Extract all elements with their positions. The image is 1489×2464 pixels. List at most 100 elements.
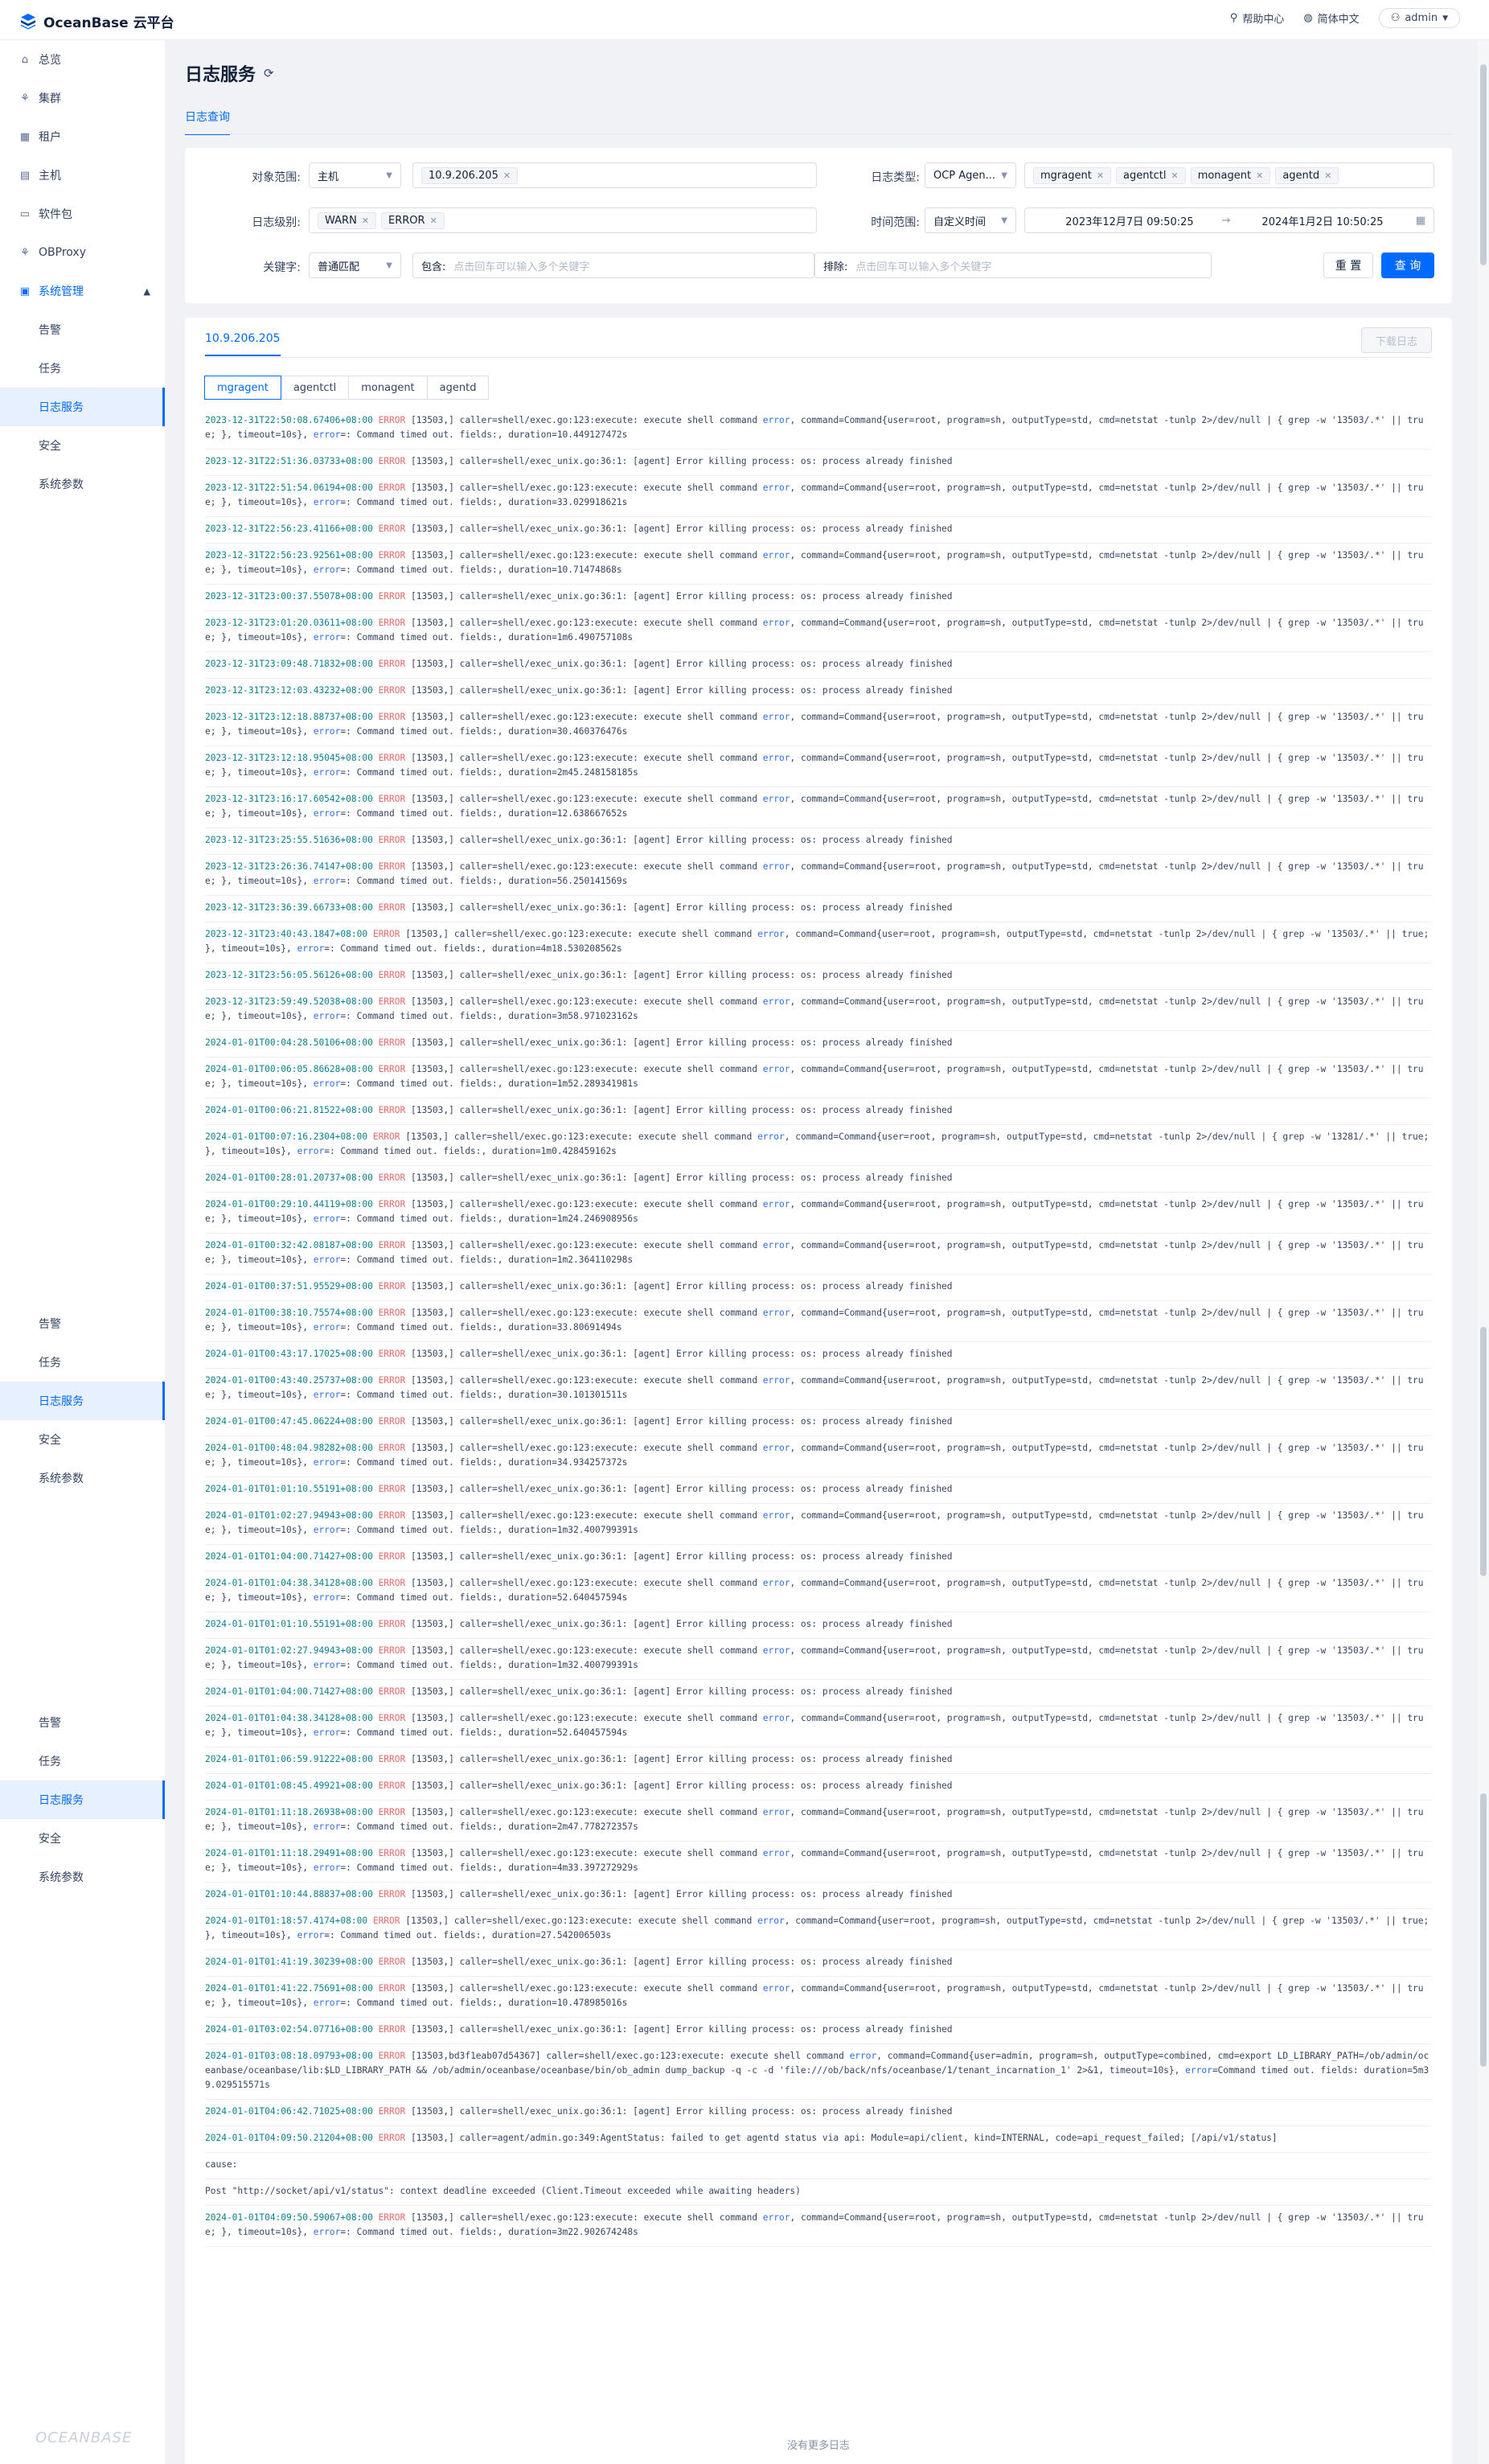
sidebar-subitem-task[interactable]: 任务 (0, 349, 165, 388)
log-error-keyword: error (762, 1510, 790, 1521)
language-switch[interactable]: ◍ 简体中文 (1303, 10, 1359, 26)
sidebar-item-host[interactable]: ▤ 主机 (0, 156, 165, 195)
log-entry: 2023-12-31T22:50:08.67406+08:00 ERROR [1… (205, 409, 1432, 450)
scrollbar[interactable] (1478, 40, 1489, 2464)
sidebar-item-overview[interactable]: ⌂ 总览 (0, 40, 165, 79)
log-level-tag: WARN ✕ (318, 211, 377, 229)
close-icon[interactable]: ✕ (1256, 170, 1263, 181)
log-file-select[interactable]: mgragent ✕ agentctl ✕ monagent ✕ agentd ✕ (1024, 162, 1434, 188)
log-entry: 2023-12-31T23:56:05.56126+08:00 ERROR [1… (205, 963, 1432, 990)
exclude-input[interactable]: 排除: 点击回车可以输入多个关键字 (814, 253, 1212, 278)
download-logs-button[interactable]: 下载日志 (1361, 327, 1432, 353)
log-message: [13503,] caller=shell/exec_unix.go:36:1:… (405, 902, 953, 913)
user-menu[interactable]: ⚇ admin ▼ (1378, 8, 1460, 28)
sidebar-subitem-log-service[interactable]: 日志服务 (0, 1382, 165, 1420)
log-message: [13503,] caller=shell/exec_unix.go:36:1:… (405, 659, 953, 669)
time-range-select[interactable]: 自定义时间 ▼ (925, 207, 1016, 233)
log-entry: 2024-01-01T04:09:50.59067+08:00 ERROR [1… (205, 2206, 1432, 2247)
tab-host[interactable]: 10.9.206.205 (205, 332, 281, 356)
scrollbar-thumb[interactable] (1480, 1793, 1487, 2067)
proxy-icon: ⚘ (20, 246, 30, 259)
sidebar-subitem-system-params[interactable]: 系统参数 (0, 465, 165, 503)
time-start-input[interactable]: 2023年12月7日 09:50:25 (1049, 213, 1210, 228)
sidebar-subitem-log-service[interactable]: 日志服务 (0, 388, 165, 426)
log-timestamp: 2023-12-31T22:56:23.92561+08:00 (205, 550, 373, 561)
reset-button[interactable]: 重 置 (1323, 253, 1373, 278)
sidebar-subitem-system-params[interactable]: 系统参数 (0, 1459, 165, 1497)
scrollbar-thumb[interactable] (1480, 64, 1487, 265)
object-select[interactable]: 10.9.206.205 ✕ (412, 162, 817, 188)
sidebar-subitem-alarm[interactable]: 告警 (0, 310, 165, 349)
chevron-down-icon: ▼ (1001, 170, 1007, 180)
log-error-keyword: error (762, 483, 790, 493)
tab-monagent[interactable]: monagent (348, 376, 428, 400)
date-range-picker[interactable]: 2023年12月7日 09:50:25 → 2024年1月2日 10:50:25… (1024, 207, 1434, 233)
log-level-select[interactable]: WARN ✕ ERROR ✕ (309, 207, 817, 233)
log-entry: 2024-01-01T00:47:45.06224+08:00 ERROR [1… (205, 1410, 1432, 1436)
log-message: [13503,] caller=shell/exec_unix.go:36:1:… (405, 1172, 953, 1183)
object-scope-select[interactable]: 主机 ▼ (309, 162, 401, 188)
sidebar-subitem-alarm[interactable]: 告警 (0, 1304, 165, 1343)
log-message: [13503,] caller=shell/exec.go:123:execut… (405, 1983, 763, 1994)
log-message: [13503,] caller=shell/exec.go:123:execut… (405, 1443, 763, 1453)
sidebar-item-system-management[interactable]: ▣ 系统管理 ▲ (0, 272, 165, 310)
log-entry: 2024-01-01T01:11:18.26938+08:00 ERROR [1… (205, 1801, 1432, 1842)
log-message: [13503,] caller=shell/exec_unix.go:36:1:… (405, 1484, 953, 1494)
sidebar-item-cluster[interactable]: ⚘ 集群 (0, 79, 165, 117)
log-timestamp: 2023-12-31T23:09:48.71832+08:00 (205, 659, 373, 669)
sidebar-subitem-security[interactable]: 安全 (0, 426, 165, 465)
log-message: =: Command timed out. fields:, duration=… (340, 1862, 638, 1873)
log-message: [13503,] caller=shell/exec.go:123:execut… (405, 1578, 763, 1588)
sidebar-subitem-security[interactable]: 安全 (0, 1420, 165, 1459)
log-entry: 2023-12-31T23:09:48.71832+08:00 ERROR [1… (205, 652, 1432, 679)
log-message: =: Command timed out. fields:, duration=… (340, 808, 628, 819)
sidebar-subitem-system-params[interactable]: 系统参数 (0, 1858, 165, 1896)
sidebar-subitem-security[interactable]: 安全 (0, 1819, 165, 1858)
brand[interactable]: OceanBase 云平台 (19, 11, 174, 31)
close-icon[interactable]: ✕ (1324, 170, 1331, 181)
time-range-value: 自定义时间 (933, 216, 987, 228)
log-timestamp: 2024-01-01T00:47:45.06224+08:00 (205, 1416, 373, 1427)
log-timestamp: 2024-01-01T00:29:10.44119+08:00 (205, 1199, 373, 1209)
close-icon[interactable]: ✕ (1097, 170, 1104, 181)
sidebar-item-packages[interactable]: ▭ 软件包 (0, 195, 165, 233)
log-entry: 2024-01-01T01:04:00.71427+08:00 ERROR [1… (205, 1545, 1432, 1571)
caret-down-icon: ▼ (1442, 14, 1448, 23)
scrollbar-thumb[interactable] (1480, 1327, 1487, 1576)
sidebar-item-obproxy[interactable]: ⚘ OBProxy (0, 233, 165, 272)
time-end-input[interactable]: 2024年1月2日 10:50:25 (1242, 213, 1403, 228)
log-message: =: Command timed out. fields:, duration=… (340, 1255, 634, 1265)
close-icon[interactable]: ✕ (503, 170, 511, 181)
keyword-mode-select[interactable]: 普通匹配 ▼ (309, 253, 401, 278)
log-entry: 2024-01-01T01:01:10.55191+08:00 ERROR [1… (205, 1612, 1432, 1639)
log-message: [13503,] caller=shell/exec.go:123:execut… (405, 550, 763, 561)
sidebar-item-label: 总览 (39, 54, 61, 67)
query-button[interactable]: 查 询 (1381, 253, 1434, 278)
tab-log-query[interactable]: 日志查询 (185, 109, 230, 135)
sidebar-subitem-log-service[interactable]: 日志服务 (0, 1780, 165, 1819)
log-timestamp: 2024-01-01T04:09:50.21204+08:00 (205, 2133, 373, 2143)
sidebar-item-tenant[interactable]: ▦ 租户 (0, 117, 165, 156)
log-timestamp: 2024-01-01T01:02:27.94943+08:00 (205, 1645, 373, 1656)
help-center-link[interactable]: ⚲ 帮助中心 (1230, 10, 1285, 26)
sidebar-subitem-task[interactable]: 任务 (0, 1343, 165, 1382)
sidebar-subitem-alarm[interactable]: 告警 (0, 1703, 165, 1742)
log-message: [13503,] caller=agent/admin.go:349:Agent… (405, 2133, 1278, 2143)
log-entry: 2024-01-01T00:06:21.81522+08:00 ERROR [1… (205, 1099, 1432, 1125)
log-error-keyword: error (762, 1578, 790, 1588)
close-icon[interactable]: ✕ (430, 216, 437, 226)
log-message: [13503,] caller=shell/exec_unix.go:36:1:… (405, 524, 953, 534)
log-level-label: 日志级别: (252, 216, 301, 229)
sidebar-subitem-task[interactable]: 任务 (0, 1742, 165, 1780)
user-icon: ⚇ (1390, 12, 1401, 24)
tab-agentctl[interactable]: agentctl (280, 376, 350, 400)
log-type-select[interactable]: OCP Agen... ▼ (925, 162, 1016, 188)
log-level: ERROR (378, 524, 406, 534)
refresh-icon[interactable]: ⟳ (264, 66, 274, 80)
tab-mgragent[interactable]: mgragent (204, 376, 281, 400)
close-icon[interactable]: ✕ (1171, 170, 1178, 181)
log-error-keyword: error (313, 1525, 341, 1535)
include-input[interactable]: 包含: 点击回车可以输入多个关键字 (412, 253, 814, 278)
close-icon[interactable]: ✕ (362, 216, 369, 226)
tab-agentd[interactable]: agentd (426, 376, 490, 400)
